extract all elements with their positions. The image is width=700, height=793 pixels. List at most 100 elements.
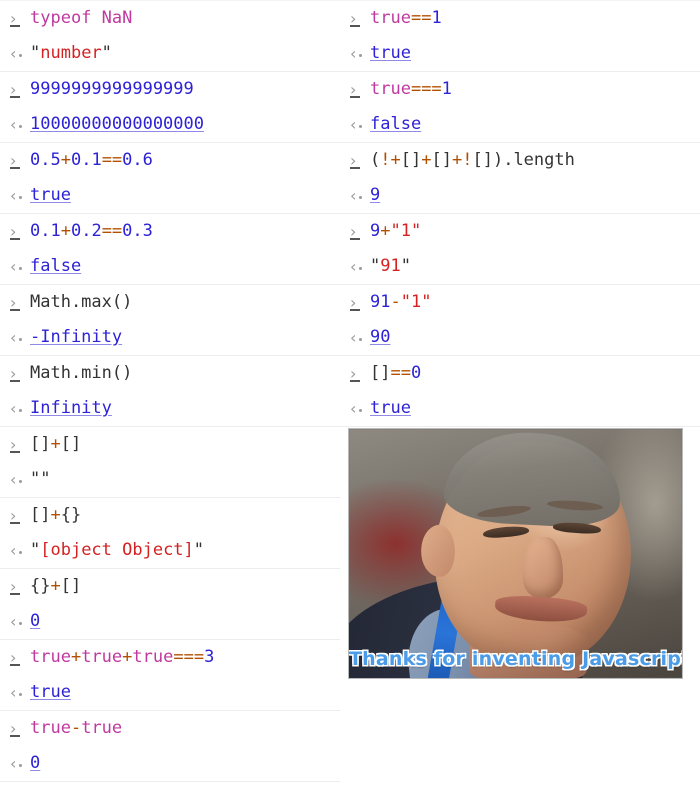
console-input-line[interactable]: › 9999999999999999 <box>0 72 340 107</box>
console-output-line[interactable]: ‹ true <box>340 391 700 426</box>
console-entry: › {}+[] ‹ 0 <box>0 569 340 640</box>
console-output-value: -Infinity <box>30 327 123 347</box>
console-output-value: true <box>370 398 411 418</box>
code-token: [] <box>472 150 493 170</box>
console-entry: › []+{} ‹ "[object Object]" <box>0 498 340 569</box>
console-input-expression: []+[] <box>30 427 340 462</box>
console-input-line[interactable]: › true-true <box>0 711 340 746</box>
console-input-line[interactable]: › 0.5+0.1==0.6 <box>0 143 340 178</box>
console-output-line[interactable]: ‹ "" <box>0 462 340 497</box>
console-output-expression: 9 <box>370 178 700 213</box>
console-output-expression: true <box>30 178 340 213</box>
code-token: 1 <box>431 8 442 28</box>
console-output-line[interactable]: ‹ true <box>0 675 340 710</box>
code-token: + <box>421 150 432 170</box>
console-entry: › Math.min() ‹ Infinity <box>0 356 340 427</box>
console-entry: › 91-"1" ‹ 90 <box>340 285 700 356</box>
console-input-expression: Math.min() <box>30 356 340 391</box>
console-entries-right: › true==1 ‹ true › true===1 ‹ false › (!+[]+[]+![… <box>340 0 700 427</box>
code-token: [] <box>60 576 82 596</box>
console-input-line[interactable]: › typeof NaN <box>0 1 340 36</box>
console-output-line[interactable]: ‹ false <box>340 107 700 142</box>
console-output-expression: "number" <box>30 36 340 71</box>
console-output-value: Infinity <box>30 398 112 418</box>
console-input-line[interactable]: › []==0 <box>340 356 700 391</box>
code-token: + <box>380 221 391 241</box>
code-token: + <box>122 647 133 667</box>
code-token: "1" <box>400 292 432 312</box>
console-input-line[interactable]: › 91-"1" <box>340 285 700 320</box>
console-input-line[interactable]: › true==1 <box>340 1 700 36</box>
code-token: true <box>81 718 123 738</box>
console-output-line[interactable]: ‹ false <box>0 249 340 284</box>
console-input-line[interactable]: › 0.1+0.2==0.3 <box>0 214 340 249</box>
code-token: + <box>390 150 401 170</box>
console-input-expression: 0.1+0.2==0.3 <box>30 214 340 249</box>
console-output-expression: 10000000000000000 <box>30 107 340 142</box>
input-prompt-marker: › <box>340 285 370 320</box>
meme-photo: Thanks for inventing Javascript <box>348 428 683 679</box>
console-entry: › 9+"1" ‹ "91" <box>340 214 700 285</box>
console-input-line[interactable]: › {}+[] <box>0 569 340 604</box>
code-token: + <box>50 505 61 525</box>
console-output-line[interactable]: ‹ true <box>0 178 340 213</box>
console-input-expression: 91-"1" <box>370 285 700 320</box>
console-entry: › true-true ‹ 0 <box>0 711 340 782</box>
code-token: [] <box>431 150 452 170</box>
console-output-line[interactable]: ‹ "number" <box>0 36 340 71</box>
console-output-line[interactable]: ‹ true <box>340 36 700 71</box>
input-prompt-marker: › <box>0 285 30 320</box>
code-token: {} <box>60 505 82 525</box>
console-output-line[interactable]: ‹ 90 <box>340 320 700 355</box>
console-input-line[interactable]: › 9+"1" <box>340 214 700 249</box>
console-input-line[interactable]: › []+[] <box>0 427 340 462</box>
meme-caption: Thanks for inventing Javascript <box>349 648 683 670</box>
code-token: ( <box>370 150 381 170</box>
output-result-marker: ‹ <box>340 320 370 355</box>
console-input-line[interactable]: › Math.min() <box>0 356 340 391</box>
console-output-line[interactable]: ‹ 10000000000000000 <box>0 107 340 142</box>
code-token: + <box>451 150 463 170</box>
code-token: .length <box>503 150 575 170</box>
code-token: 1 <box>441 79 452 99</box>
code-token: 0.6 <box>122 150 153 170</box>
output-result-marker: ‹ <box>0 391 30 426</box>
console-output-line[interactable]: ‹ -Infinity <box>0 320 340 355</box>
console-entry: › (!+[]+[]+![]).length ‹ 9 <box>340 143 700 214</box>
console-input-expression: []+{} <box>30 498 340 533</box>
output-result-marker: ‹ <box>340 178 370 213</box>
code-token: true <box>81 647 123 667</box>
code-token: 0.1 <box>70 150 102 170</box>
code-token: == <box>101 150 123 170</box>
console-output-line[interactable]: ‹ 9 <box>340 178 700 213</box>
console-output-expression: -Infinity <box>30 320 340 355</box>
output-result-marker: ‹ <box>0 675 30 710</box>
console-output-line[interactable]: ‹ 0 <box>0 746 340 781</box>
console-output-value: true <box>370 43 411 63</box>
console-output-expression: "[object Object]" <box>30 533 340 568</box>
input-prompt-marker: › <box>0 1 30 36</box>
code-token: == <box>390 363 411 383</box>
console-output-expression: 0 <box>30 604 340 639</box>
output-result-marker: ‹ <box>0 604 30 639</box>
console-output-line[interactable]: ‹ 0 <box>0 604 340 639</box>
input-prompt-marker: › <box>0 214 30 249</box>
console-output-expression: "" <box>30 462 340 497</box>
console-input-expression: typeof NaN <box>30 1 340 36</box>
input-prompt-marker: › <box>340 1 370 36</box>
console-input-line[interactable]: › true===1 <box>340 72 700 107</box>
code-token: + <box>50 576 61 596</box>
console-output-line[interactable]: ‹ Infinity <box>0 391 340 426</box>
console-entry: › []+[] ‹ "" <box>0 427 340 498</box>
code-token: == <box>410 8 432 28</box>
console-output-line[interactable]: ‹ "[object Object]" <box>0 533 340 568</box>
console-output-value: "number" <box>30 43 112 63</box>
console-input-line[interactable]: › []+{} <box>0 498 340 533</box>
console-input-line[interactable]: › (!+[]+[]+![]).length <box>340 143 700 178</box>
code-token: [] <box>370 363 391 383</box>
console-input-line[interactable]: › Math.max() <box>0 285 340 320</box>
console-input-expression: (!+[]+[]+![]).length <box>370 143 700 178</box>
console-input-expression: 9999999999999999 <box>30 72 340 107</box>
console-output-line[interactable]: ‹ "91" <box>340 249 700 284</box>
console-input-line[interactable]: › true+true+true===3 <box>0 640 340 675</box>
